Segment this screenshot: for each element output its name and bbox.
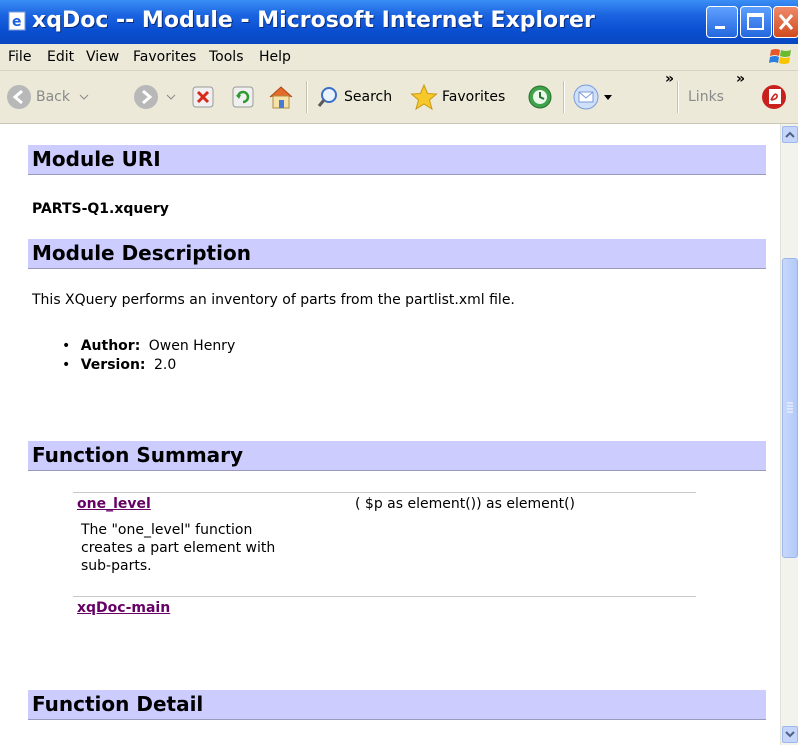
close-button[interactable] xyxy=(773,6,798,38)
table-divider xyxy=(73,492,696,493)
refresh-button[interactable] xyxy=(232,71,254,123)
scroll-up-button[interactable] xyxy=(782,126,798,143)
toolbar: Back Search Favorites » Links » xyxy=(0,71,798,124)
minimize-icon xyxy=(715,26,725,29)
function-description-line: creates a part element with xyxy=(81,540,276,556)
chevron-down-icon xyxy=(166,94,176,100)
maximize-button[interactable] xyxy=(740,6,772,38)
history-icon xyxy=(528,85,552,109)
window-titlebar[interactable]: e xqDoc -- Module - Microsoft Internet E… xyxy=(0,0,798,44)
list-item: • Version: 2.0 xyxy=(62,357,176,373)
function-description-line: sub-parts. xyxy=(81,558,152,574)
bullet: • xyxy=(62,338,71,354)
pdf-button[interactable] xyxy=(760,71,788,123)
refresh-icon xyxy=(232,86,254,108)
window-title: xqDoc -- Module - Microsoft Internet Exp… xyxy=(32,8,595,33)
chevron-right-icon: » xyxy=(665,71,675,87)
function-description-line: The "one_level" function xyxy=(81,522,253,538)
module-description-heading: Module Description xyxy=(32,241,251,265)
history-button[interactable] xyxy=(527,71,553,123)
page-content: Module URI PARTS-Q1.xquery Module Descri… xyxy=(0,124,780,745)
version-value: 2.0 xyxy=(153,357,177,373)
chevron-down-icon xyxy=(785,731,795,738)
author-value: Owen Henry xyxy=(148,338,236,354)
chevron-down-icon xyxy=(604,95,612,100)
links-button[interactable]: Links xyxy=(684,71,724,123)
menu-help[interactable]: Help xyxy=(259,49,291,65)
section-heading-bar: Module URI xyxy=(28,145,766,175)
table-divider xyxy=(73,596,696,597)
toolbar-separator xyxy=(677,81,679,113)
pdf-icon xyxy=(762,85,786,109)
module-uri-heading: Module URI xyxy=(32,147,161,171)
svg-text:e: e xyxy=(12,14,22,30)
search-button[interactable]: Search xyxy=(316,71,392,123)
menu-view[interactable]: View xyxy=(86,49,119,65)
chevron-right-icon: » xyxy=(736,71,746,87)
search-icon xyxy=(317,87,337,107)
links-overflow-chevron[interactable]: » xyxy=(736,71,745,101)
star-icon xyxy=(410,83,438,111)
list-item: • Author: Owen Henry xyxy=(62,338,235,354)
minimize-button[interactable] xyxy=(706,6,738,38)
favorites-button[interactable]: Favorites xyxy=(410,71,505,123)
search-label: Search xyxy=(344,89,393,105)
function-detail-heading: Function Detail xyxy=(32,692,204,716)
module-description-text: This XQuery performs an inventory of par… xyxy=(32,292,515,308)
back-label: Back xyxy=(36,89,70,105)
section-heading-bar: Function Summary xyxy=(28,441,766,471)
scroll-down-button[interactable] xyxy=(782,726,798,743)
version-label: Version: xyxy=(80,357,146,373)
menu-favorites[interactable]: Favorites xyxy=(133,49,196,65)
section-heading-bar: Module Description xyxy=(28,239,766,269)
function-signature: ( $p as element()) as element() xyxy=(355,496,576,512)
back-arrow-icon xyxy=(7,85,31,109)
bullet: • xyxy=(62,357,71,373)
scrollbar-thumb[interactable] xyxy=(782,258,798,558)
back-button[interactable]: Back xyxy=(6,71,92,123)
windows-flag-icon xyxy=(769,49,791,64)
favorites-label: Favorites xyxy=(442,89,506,105)
close-icon xyxy=(778,14,794,30)
module-uri-value: PARTS-Q1.xquery xyxy=(32,201,169,217)
function-summary-heading: Function Summary xyxy=(32,443,244,467)
home-button[interactable] xyxy=(267,71,295,123)
toolbar-separator xyxy=(563,81,565,113)
ie-logo-icon: e xyxy=(8,11,26,31)
vertical-scrollbar[interactable] xyxy=(780,124,798,745)
function-link-one-level[interactable]: one_level xyxy=(77,496,151,512)
menu-bar: File Edit View Favorites Tools Help xyxy=(0,44,798,71)
toolbar-overflow-chevron[interactable]: » xyxy=(665,71,674,101)
mail-button[interactable] xyxy=(572,71,614,123)
stop-icon xyxy=(192,86,214,108)
home-icon xyxy=(269,86,293,109)
function-link-xqdoc-main[interactable]: xqDoc-main xyxy=(77,600,170,616)
menu-file[interactable]: File xyxy=(8,49,31,65)
menu-edit[interactable]: Edit xyxy=(47,49,74,65)
links-label: Links xyxy=(688,89,724,105)
menu-tools[interactable]: Tools xyxy=(209,49,244,65)
grip-icon xyxy=(787,402,793,413)
forward-arrow-icon xyxy=(134,85,158,109)
mail-icon xyxy=(573,84,599,110)
chevron-down-icon xyxy=(79,94,89,100)
forward-button[interactable] xyxy=(133,71,179,123)
author-label: Author: xyxy=(80,338,141,354)
toolbar-separator xyxy=(306,81,308,113)
stop-button[interactable] xyxy=(192,71,214,123)
maximize-icon xyxy=(747,13,764,30)
chevron-up-icon xyxy=(785,131,795,138)
section-heading-bar: Function Detail xyxy=(28,690,766,720)
